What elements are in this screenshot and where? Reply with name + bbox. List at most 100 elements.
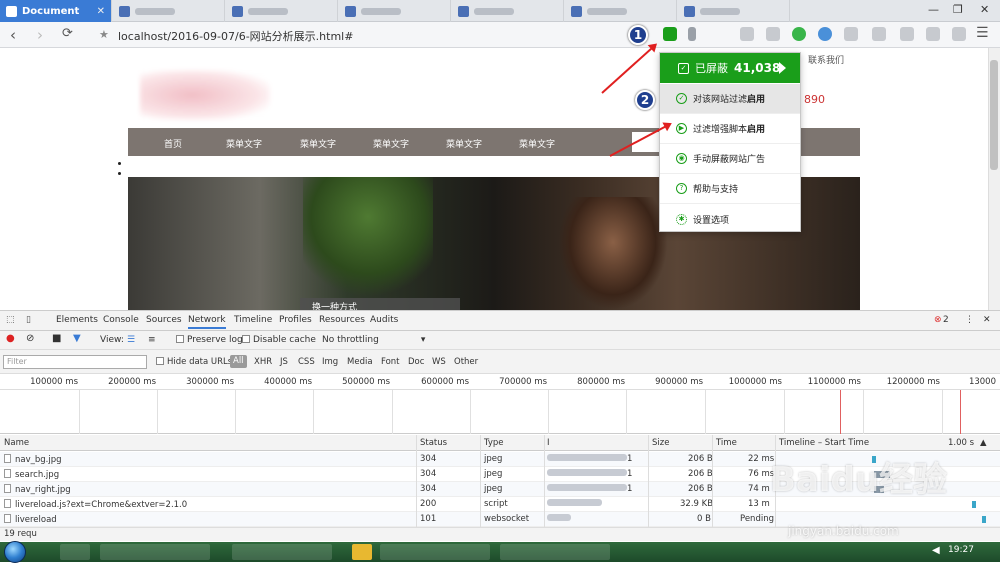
error-icon[interactable]: ⊗ [934, 315, 942, 325]
camera-icon[interactable]: ■ [52, 333, 61, 344]
timeline-overview[interactable] [0, 390, 1000, 434]
extension-icon[interactable] [872, 27, 886, 41]
nav-item[interactable]: 菜单文字 [300, 137, 336, 150]
disable-cache-checkbox[interactable]: Disable cache [242, 335, 316, 345]
close-icon[interactable]: ✕ [983, 315, 991, 325]
forward-icon[interactable]: › [37, 26, 43, 44]
hide-data-urls-checkbox[interactable]: Hide data URLs [156, 357, 232, 367]
filter-js[interactable]: JS [280, 357, 288, 367]
filter-all[interactable]: All [230, 355, 247, 368]
taskbar-item[interactable] [352, 544, 372, 560]
tab-item[interactable] [452, 0, 564, 22]
clear-icon[interactable]: ⊘ [26, 333, 34, 344]
filter-css[interactable]: CSS [298, 357, 315, 367]
flash-icon[interactable] [688, 27, 696, 41]
menu-icon[interactable]: ☰ [976, 25, 989, 41]
tab-item[interactable] [113, 0, 225, 22]
column-size[interactable]: Size [652, 438, 669, 448]
request-initiator[interactable]: 1 [627, 484, 632, 494]
taskbar-item[interactable] [60, 544, 90, 560]
throttling-select[interactable]: No throttling ▾ [322, 335, 425, 345]
back-icon[interactable]: ‹ [10, 26, 16, 44]
tab-item[interactable] [226, 0, 338, 22]
tab-item[interactable] [339, 0, 451, 22]
taskbar-item[interactable] [500, 544, 610, 560]
column-divider[interactable] [712, 435, 713, 539]
start-button[interactable] [4, 541, 26, 563]
nav-item[interactable]: 菜单文字 [446, 137, 482, 150]
column-timeline[interactable]: Timeline – Start Time [779, 438, 869, 448]
filter-media[interactable]: Media [347, 357, 373, 367]
tab-document[interactable]: Document ✕ [0, 0, 112, 22]
filter-doc[interactable]: Doc [408, 357, 424, 367]
menu-item-enhance-script[interactable]: ▶ 过滤增强脚本启用 [660, 114, 800, 144]
filter-other[interactable]: Other [454, 357, 478, 367]
tab-console[interactable]: Console [103, 315, 139, 325]
extension-icon[interactable] [844, 27, 858, 41]
taskbar-item[interactable] [232, 544, 332, 560]
column-divider[interactable] [416, 435, 417, 539]
url-field[interactable]: localhost/2016-09-07/6-网站分析展示.html# [118, 28, 353, 44]
request-initiator[interactable]: 1 [627, 454, 632, 464]
request-initiator[interactable]: 1 [627, 469, 632, 479]
volume-icon[interactable]: ◀ [932, 545, 940, 556]
close-icon[interactable]: ✕ [97, 6, 105, 17]
menu-item-site-filter[interactable]: ✓ 对该网站过滤启用 [660, 84, 800, 114]
taskbar-clock[interactable]: 19:27 [948, 545, 974, 555]
filter-ws[interactable]: WS [432, 357, 446, 367]
filter-font[interactable]: Font [381, 357, 400, 367]
tab-resources[interactable]: Resources [319, 315, 365, 325]
reload-icon[interactable]: ⟳ [62, 26, 73, 41]
record-icon[interactable]: ● [6, 333, 15, 344]
column-type[interactable]: Type [484, 438, 504, 448]
close-window-button[interactable]: ✕ [980, 3, 989, 16]
column-divider[interactable] [480, 435, 481, 539]
column-initiator[interactable]: I [547, 438, 550, 448]
maximize-button[interactable]: ❐ [953, 3, 963, 16]
filter-img[interactable]: Img [322, 357, 338, 367]
device-mode-icon[interactable]: ▯ [26, 315, 31, 325]
contact-link[interactable]: 联系我们 [808, 53, 844, 66]
extension-icon[interactable] [818, 27, 832, 41]
filter-icon[interactable]: ▼ [73, 333, 81, 344]
waterfall-view-icon[interactable]: ≡ [148, 335, 156, 345]
adblock-shield-icon[interactable] [663, 27, 677, 41]
tab-profiles[interactable]: Profiles [279, 315, 312, 325]
taskbar-item[interactable] [380, 544, 490, 560]
tab-network[interactable]: Network [188, 315, 226, 329]
list-view-icon[interactable]: ☰ [127, 335, 135, 345]
minimize-button[interactable]: — [928, 3, 939, 16]
nav-item[interactable]: 菜单文字 [519, 137, 555, 150]
sort-up-icon[interactable]: ▲ [980, 438, 987, 448]
extension-icon[interactable] [926, 27, 940, 41]
tab-timeline[interactable]: Timeline [234, 315, 272, 325]
column-divider[interactable] [648, 435, 649, 539]
tab-audits[interactable]: Audits [370, 315, 398, 325]
column-time[interactable]: Time [716, 438, 737, 448]
extension-icon[interactable] [900, 27, 914, 41]
filter-xhr[interactable]: XHR [254, 357, 272, 367]
nav-item-home[interactable]: 首页 [164, 137, 182, 150]
filter-input[interactable]: Filter [3, 355, 147, 369]
nav-item[interactable]: 菜单文字 [226, 137, 262, 150]
menu-item-settings[interactable]: ✱ 设置选项 [660, 204, 800, 234]
menu-item-manual-block[interactable]: ◉ 手动屏蔽网站广告 [660, 144, 800, 174]
menu-item-help[interactable]: ? 帮助与支持 [660, 174, 800, 204]
extension-icon[interactable] [766, 27, 780, 41]
scrollbar-thumb[interactable] [990, 60, 998, 170]
column-name[interactable]: Name [4, 438, 29, 448]
column-divider[interactable] [544, 435, 545, 539]
tab-item[interactable] [565, 0, 677, 22]
blocked-count-header[interactable]: ✓ 已屏蔽 41,038 [660, 53, 800, 83]
preserve-log-checkbox[interactable]: Preserve log [176, 335, 243, 345]
inspect-icon[interactable]: ⬚ [6, 315, 15, 325]
tab-sources[interactable]: Sources [146, 315, 182, 325]
star-icon[interactable]: ★ [99, 28, 109, 41]
tab-item[interactable] [678, 0, 790, 22]
nav-item[interactable]: 菜单文字 [373, 137, 409, 150]
more-icon[interactable]: ⋮ [965, 315, 974, 325]
extension-icon[interactable] [952, 27, 966, 41]
tab-elements[interactable]: Elements [56, 315, 98, 325]
extension-icon[interactable] [792, 27, 806, 41]
column-status[interactable]: Status [420, 438, 447, 448]
